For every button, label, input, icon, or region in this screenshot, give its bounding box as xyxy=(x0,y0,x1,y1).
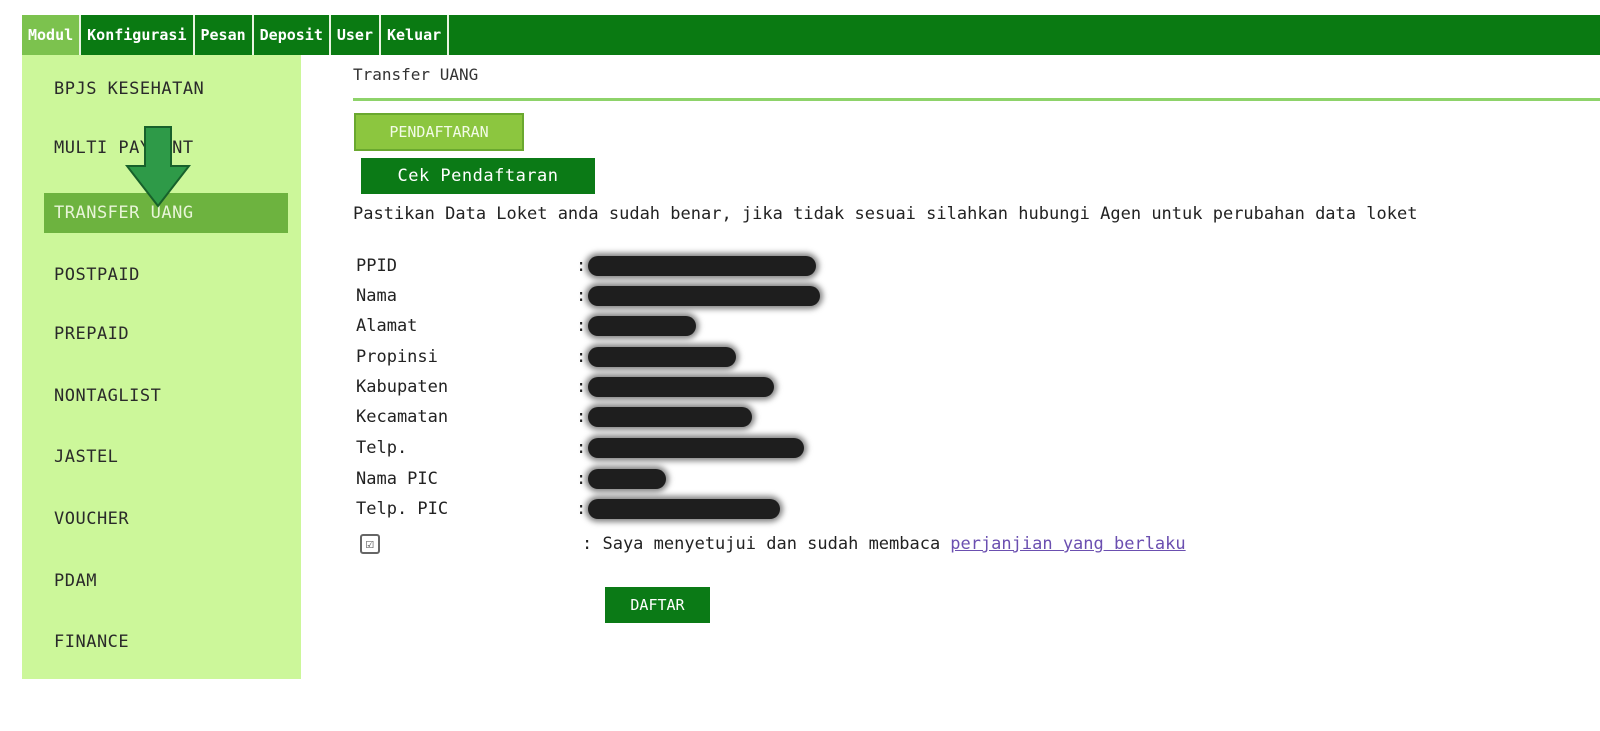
nav-deposit[interactable]: Deposit xyxy=(254,15,331,55)
redacted-value xyxy=(588,469,666,489)
field-colon: : xyxy=(576,286,587,306)
sidebar-item-prepaid[interactable]: PREPAID xyxy=(44,314,288,354)
field-telp-pic: Telp. PIC : xyxy=(356,494,1256,524)
agreement-link[interactable]: perjanjian yang berlaku xyxy=(950,534,1185,554)
top-nav-bar: Modul Konfigurasi Pesan Deposit User Kel… xyxy=(22,15,1600,55)
title-divider xyxy=(353,98,1600,101)
field-colon: : xyxy=(576,377,587,397)
sidebar-item-finance[interactable]: FINANCE xyxy=(44,622,288,662)
field-kabupaten: Kabupaten : xyxy=(356,372,1256,402)
field-alamat: Alamat : xyxy=(356,311,1256,341)
nav-konfigurasi[interactable]: Konfigurasi xyxy=(81,15,195,55)
field-colon: : xyxy=(576,438,587,458)
pendaftaran-button[interactable]: PENDAFTARAN xyxy=(354,113,524,151)
field-colon: : xyxy=(576,256,587,276)
field-colon: : xyxy=(576,347,587,367)
nav-modul[interactable]: Modul xyxy=(22,15,82,55)
redacted-value xyxy=(588,286,820,306)
nav-keluar[interactable]: Keluar xyxy=(381,15,450,55)
field-ppid: PPID : xyxy=(356,251,1256,281)
field-label: Kabupaten xyxy=(356,377,449,397)
field-colon: : xyxy=(576,499,587,519)
redacted-value xyxy=(588,438,804,458)
redacted-value xyxy=(588,347,736,367)
redacted-value xyxy=(588,377,774,397)
page-title: Transfer UANG xyxy=(353,65,479,84)
field-telp: Telp. : xyxy=(356,433,1256,463)
redacted-value xyxy=(588,316,696,336)
field-propinsi: Propinsi : xyxy=(356,342,1256,372)
field-nama-pic: Nama PIC : xyxy=(356,464,1256,494)
field-label: Propinsi xyxy=(356,347,438,367)
sidebar-item-nontaglist[interactable]: NONTAGLIST xyxy=(44,376,288,416)
sidebar-item-postpaid[interactable]: POSTPAID xyxy=(44,255,288,295)
redacted-value xyxy=(588,256,816,276)
sidebar-item-multi-payment[interactable]: MULTI PAYMENT xyxy=(44,128,288,168)
main-content: Transfer UANG PENDAFTARAN Cek Pendaftara… xyxy=(350,55,1600,695)
sidebar-item-jastel[interactable]: JASTEL xyxy=(44,437,288,477)
field-nama: Nama : xyxy=(356,281,1256,311)
sidebar: BPJS KESEHATAN MULTI PAYMENT TRANSFER UA… xyxy=(22,55,301,679)
field-colon: : xyxy=(576,316,587,336)
field-label: Telp. PIC xyxy=(356,499,449,519)
nav-pesan[interactable]: Pesan xyxy=(195,15,254,55)
daftar-button[interactable]: DAFTAR xyxy=(605,587,710,623)
nav-user[interactable]: User xyxy=(331,15,381,55)
sidebar-item-bpjs-kesehatan[interactable]: BPJS KESEHATAN xyxy=(44,69,288,109)
field-label: Nama xyxy=(356,286,397,306)
sidebar-item-transfer-uang[interactable]: TRANSFER UANG xyxy=(44,193,288,233)
agreement-row: ☑ : Saya menyetujui dan sudah membaca pe… xyxy=(360,529,1460,559)
info-message: Pastikan Data Loket anda sudah benar, ji… xyxy=(353,204,1418,224)
field-label: Kecamatan xyxy=(356,407,449,427)
agreement-text: : Saya menyetujui dan sudah membaca xyxy=(582,534,941,554)
redacted-value xyxy=(588,499,780,519)
field-label: Telp. xyxy=(356,438,408,458)
field-kecamatan: Kecamatan : xyxy=(356,402,1256,432)
field-label: Alamat xyxy=(356,316,418,336)
sidebar-item-voucher[interactable]: VOUCHER xyxy=(44,499,288,539)
field-colon: : xyxy=(576,407,587,427)
field-label: Nama PIC xyxy=(356,469,438,489)
sidebar-item-pdam[interactable]: PDAM xyxy=(44,561,288,601)
checkbox-checked-icon[interactable]: ☑ xyxy=(360,534,380,554)
cek-pendaftaran-button[interactable]: Cek Pendaftaran xyxy=(361,158,595,194)
field-colon: : xyxy=(576,469,587,489)
redacted-value xyxy=(588,407,752,427)
field-label: PPID xyxy=(356,256,397,276)
